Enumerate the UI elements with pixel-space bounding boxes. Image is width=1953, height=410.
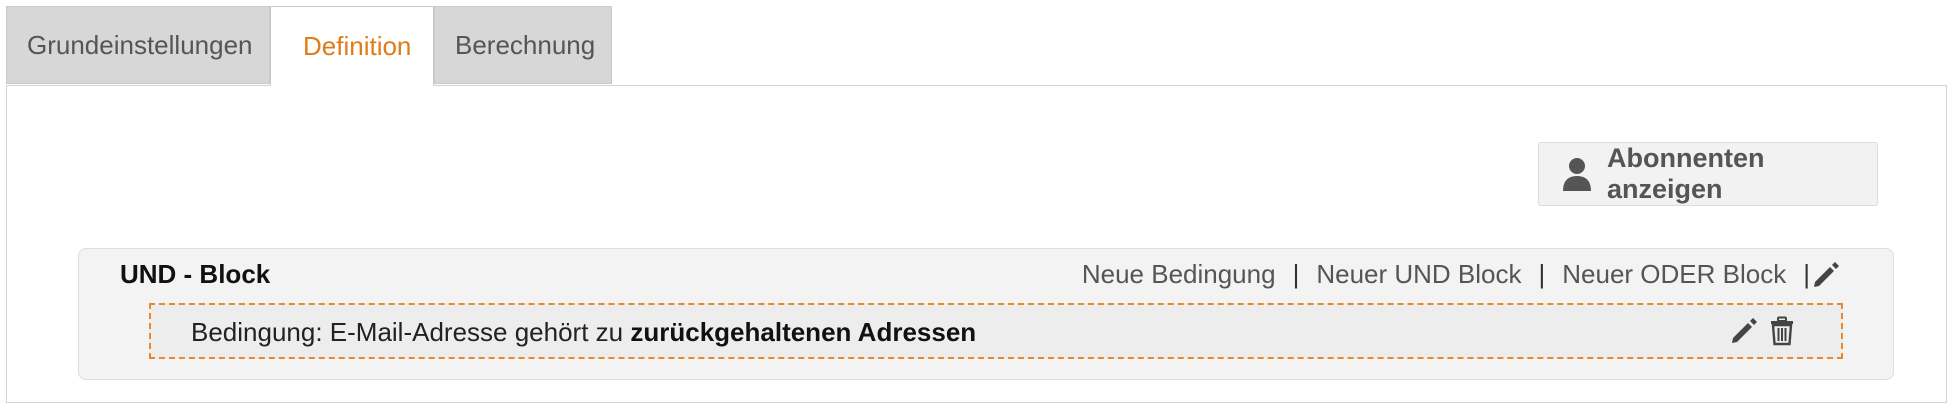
condition-value: zurückgehaltenen Adressen — [630, 317, 977, 347]
tab-definition[interactable]: Definition — [270, 6, 434, 86]
and-block: UND - Block Neue Bedingung | Neuer UND B… — [78, 248, 1894, 380]
action-separator: | — [1803, 259, 1810, 289]
condition-row[interactable]: Bedingung: E-Mail-Adresse gehört zu zurü… — [149, 303, 1843, 359]
condition-edit-icon[interactable] — [1729, 316, 1759, 346]
show-subscribers-button[interactable]: Abonnenten anzeigen — [1538, 142, 1878, 206]
tab-grundeinstellungen[interactable]: Grundeinstellungen — [6, 6, 270, 84]
condition-icons — [1729, 316, 1797, 346]
condition-prefix: Bedingung: E-Mail-Adresse gehört zu — [191, 317, 631, 347]
tab-bar: Grundeinstellungen Definition Berechnung — [6, 6, 612, 86]
pencil-icon — [1814, 262, 1839, 287]
trash-icon — [1771, 316, 1793, 346]
action-separator: | — [1292, 259, 1300, 289]
new-and-block-link[interactable]: Neuer UND Block — [1316, 259, 1521, 290]
new-or-block-link[interactable]: Neuer ODER Block — [1562, 259, 1786, 290]
pencil-icon — [1732, 318, 1757, 343]
condition-text: Bedingung: E-Mail-Adresse gehört zu zurü… — [191, 317, 976, 348]
tab-berechnung[interactable]: Berechnung — [434, 6, 612, 84]
block-edit-icon[interactable] — [1811, 260, 1841, 290]
block-actions: Neue Bedingung | Neuer UND Block | Neuer… — [1082, 259, 1827, 290]
show-subscribers-label: Abonnenten anzeigen — [1607, 143, 1765, 204]
action-separator: | — [1538, 259, 1546, 289]
user-icon — [1561, 156, 1593, 192]
condition-delete-icon[interactable] — [1767, 316, 1797, 346]
block-title: UND - Block — [120, 259, 271, 289]
new-condition-link[interactable]: Neue Bedingung — [1082, 259, 1276, 290]
